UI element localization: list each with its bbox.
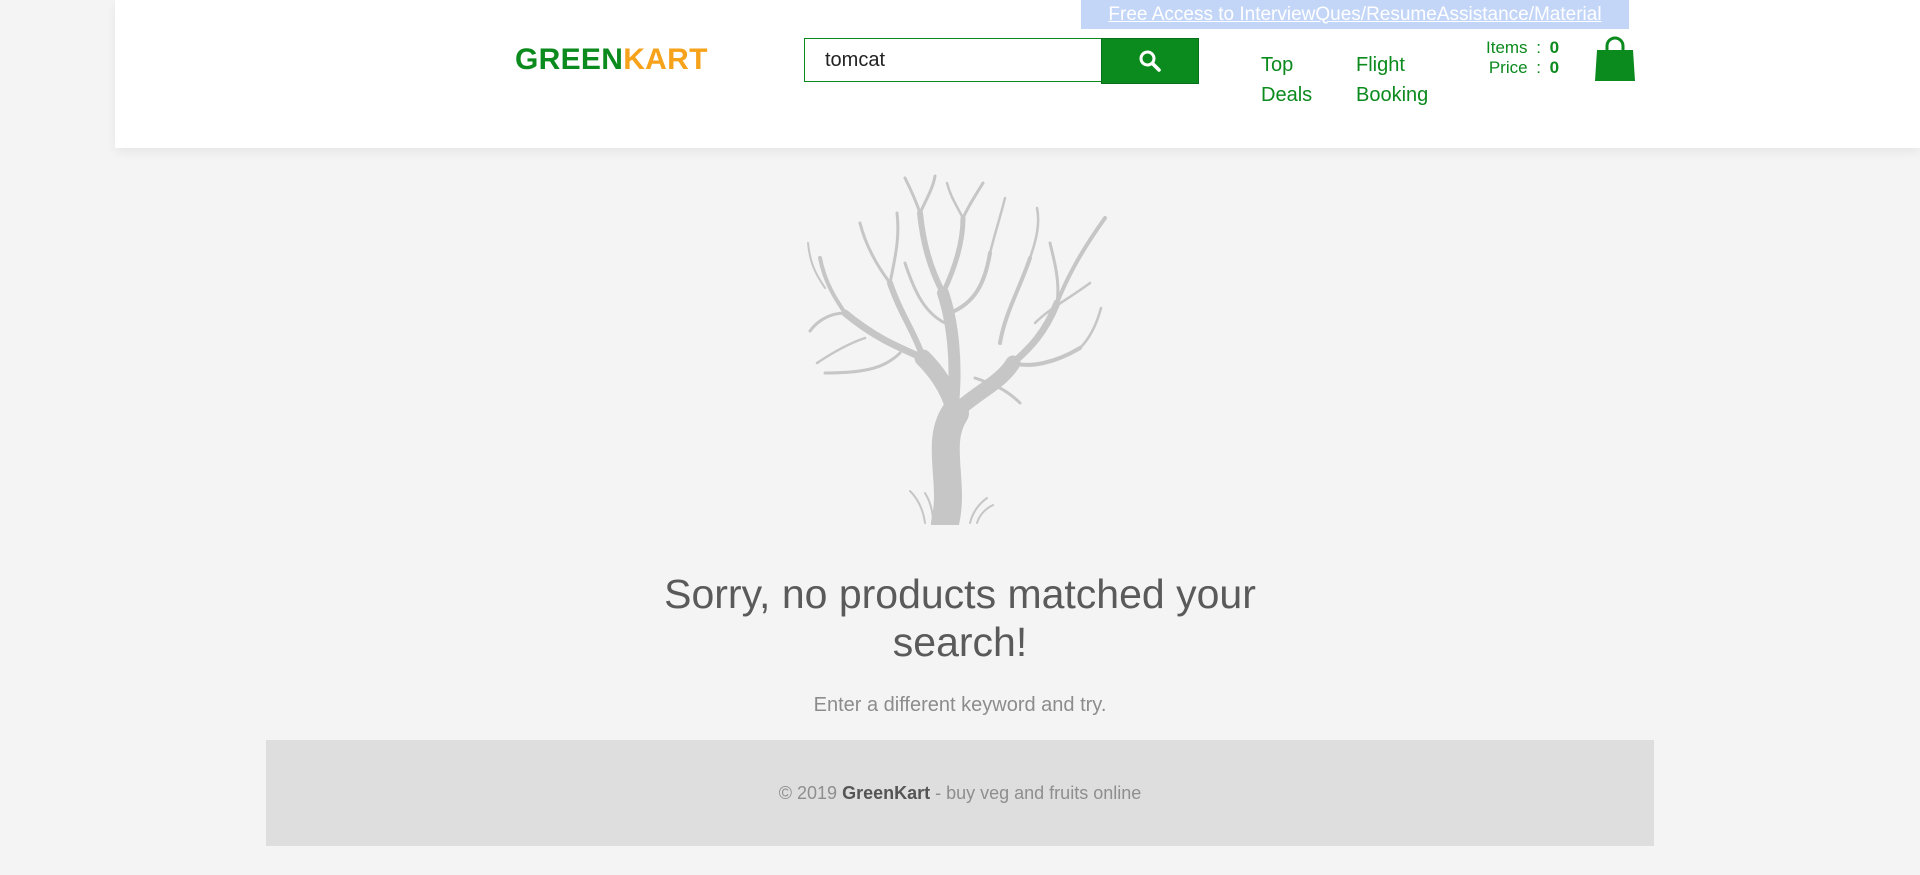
nav-flight-booking[interactable]: Flight Booking: [1356, 50, 1446, 110]
cart-items-count: 0: [1549, 38, 1560, 57]
no-results-hint: Enter a different keyword and try.: [813, 694, 1107, 716]
cart-items-row: Items : 0: [1486, 38, 1562, 58]
nav-top-deals-line1: Top: [1261, 54, 1294, 76]
logo-orange-part: KART: [623, 43, 708, 76]
cart-items-separator: :: [1536, 38, 1541, 57]
search-button[interactable]: [1101, 38, 1199, 84]
cart-price-separator: :: [1536, 58, 1541, 77]
cart-price-value: 0: [1549, 58, 1560, 77]
cart-price-row: Price : 0: [1486, 58, 1562, 78]
footer-brand: GreenKart: [842, 782, 931, 803]
nav-top-deals[interactable]: Top Deals: [1261, 50, 1351, 110]
search-icon: [1139, 50, 1161, 72]
footer-copyright: © 2019: [778, 782, 843, 803]
cart-summary: Items : 0 Price : 0: [1486, 38, 1562, 78]
nav-flight-booking-line1: Flight: [1356, 54, 1405, 76]
shopping-bag-icon[interactable]: [1594, 36, 1636, 82]
cart-items-label: Items: [1486, 38, 1528, 57]
search-input[interactable]: [804, 38, 1101, 82]
brand-logo[interactable]: GREENKART: [515, 43, 708, 77]
no-results-title: Sorry, no products matched your search!: [664, 571, 1256, 665]
bare-tree-illustration: [807, 174, 1107, 525]
promo-banner: Free Access to InterviewQues/ResumeAssis…: [1081, 0, 1629, 29]
site-footer: © 2019 GreenKart - buy veg and fruits on…: [266, 740, 1654, 846]
nav-top-deals-line2: Deals: [1261, 84, 1313, 106]
logo-green-part: GREEN: [515, 43, 624, 76]
nav-flight-booking-line2: Booking: [1356, 84, 1429, 106]
cart-price-label: Price: [1488, 58, 1528, 77]
footer-tagline: - buy veg and fruits online: [930, 782, 1142, 803]
search-bar: [804, 38, 1199, 84]
promo-link[interactable]: Free Access to InterviewQues/ResumeAssis…: [1108, 4, 1601, 26]
